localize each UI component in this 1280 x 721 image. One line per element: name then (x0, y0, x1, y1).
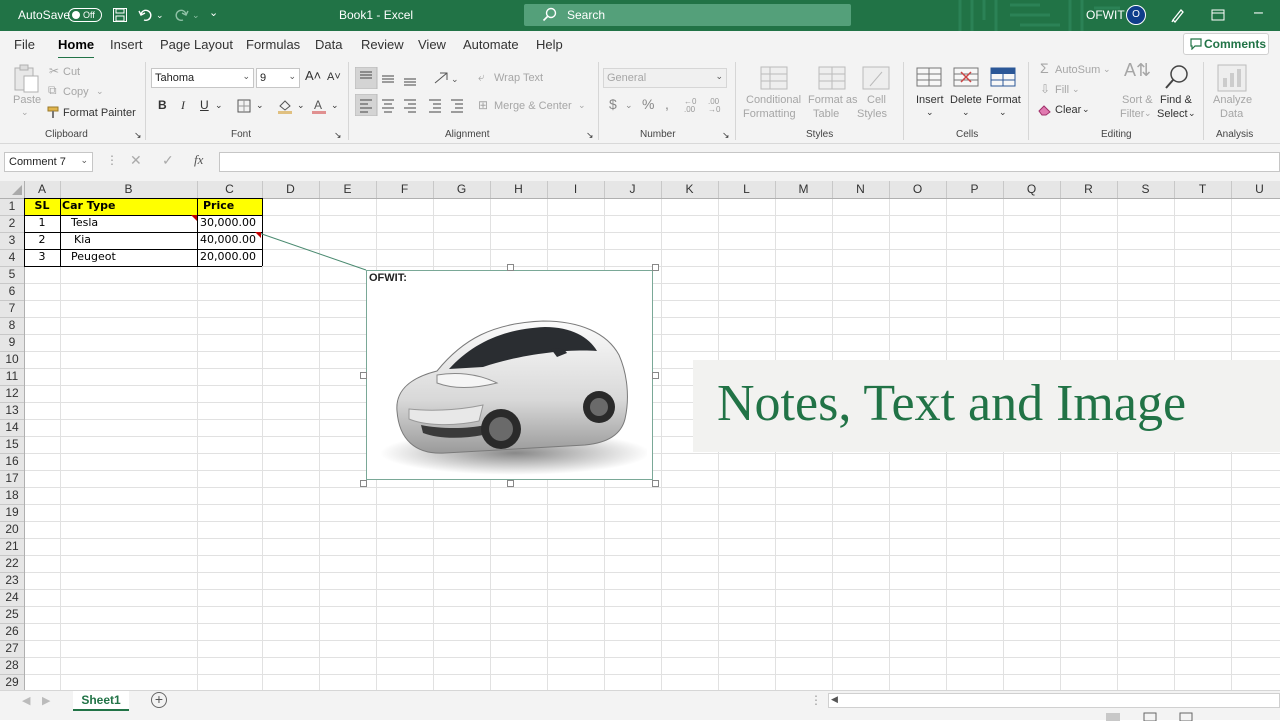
note-author: OFWIT: (369, 272, 407, 284)
note-box[interactable]: OFWIT: (366, 270, 653, 480)
title-banner: Notes, Text and Image (693, 360, 1280, 452)
resize-handle-right[interactable] (652, 372, 659, 379)
sheet-tab-bar: ◀ ▶ Sheet1 + ⋮ ◀ (0, 690, 1280, 721)
next-sheet-icon[interactable]: ▶ (42, 694, 50, 707)
resize-handle-bottom-right[interactable] (652, 480, 659, 487)
banner-text: Notes, Text and Image (717, 375, 1187, 432)
horizontal-scrollbar[interactable]: ◀ (828, 693, 1280, 708)
add-sheet-icon[interactable]: + (151, 692, 167, 708)
resize-handle-left[interactable] (360, 372, 367, 379)
prev-sheet-icon[interactable]: ◀ (22, 694, 30, 707)
tab-split-grip-icon[interactable]: ⋮ (810, 693, 822, 707)
sheet-tab-sheet1[interactable]: Sheet1 (73, 691, 129, 711)
resize-handle-top-right[interactable] (652, 264, 659, 271)
scroll-left-icon[interactable]: ◀ (831, 694, 838, 705)
resize-handle-bottom-left[interactable] (360, 480, 367, 487)
resize-handle-top[interactable] (507, 264, 514, 271)
car-image (380, 320, 647, 475)
resize-handle-bottom[interactable] (507, 480, 514, 487)
